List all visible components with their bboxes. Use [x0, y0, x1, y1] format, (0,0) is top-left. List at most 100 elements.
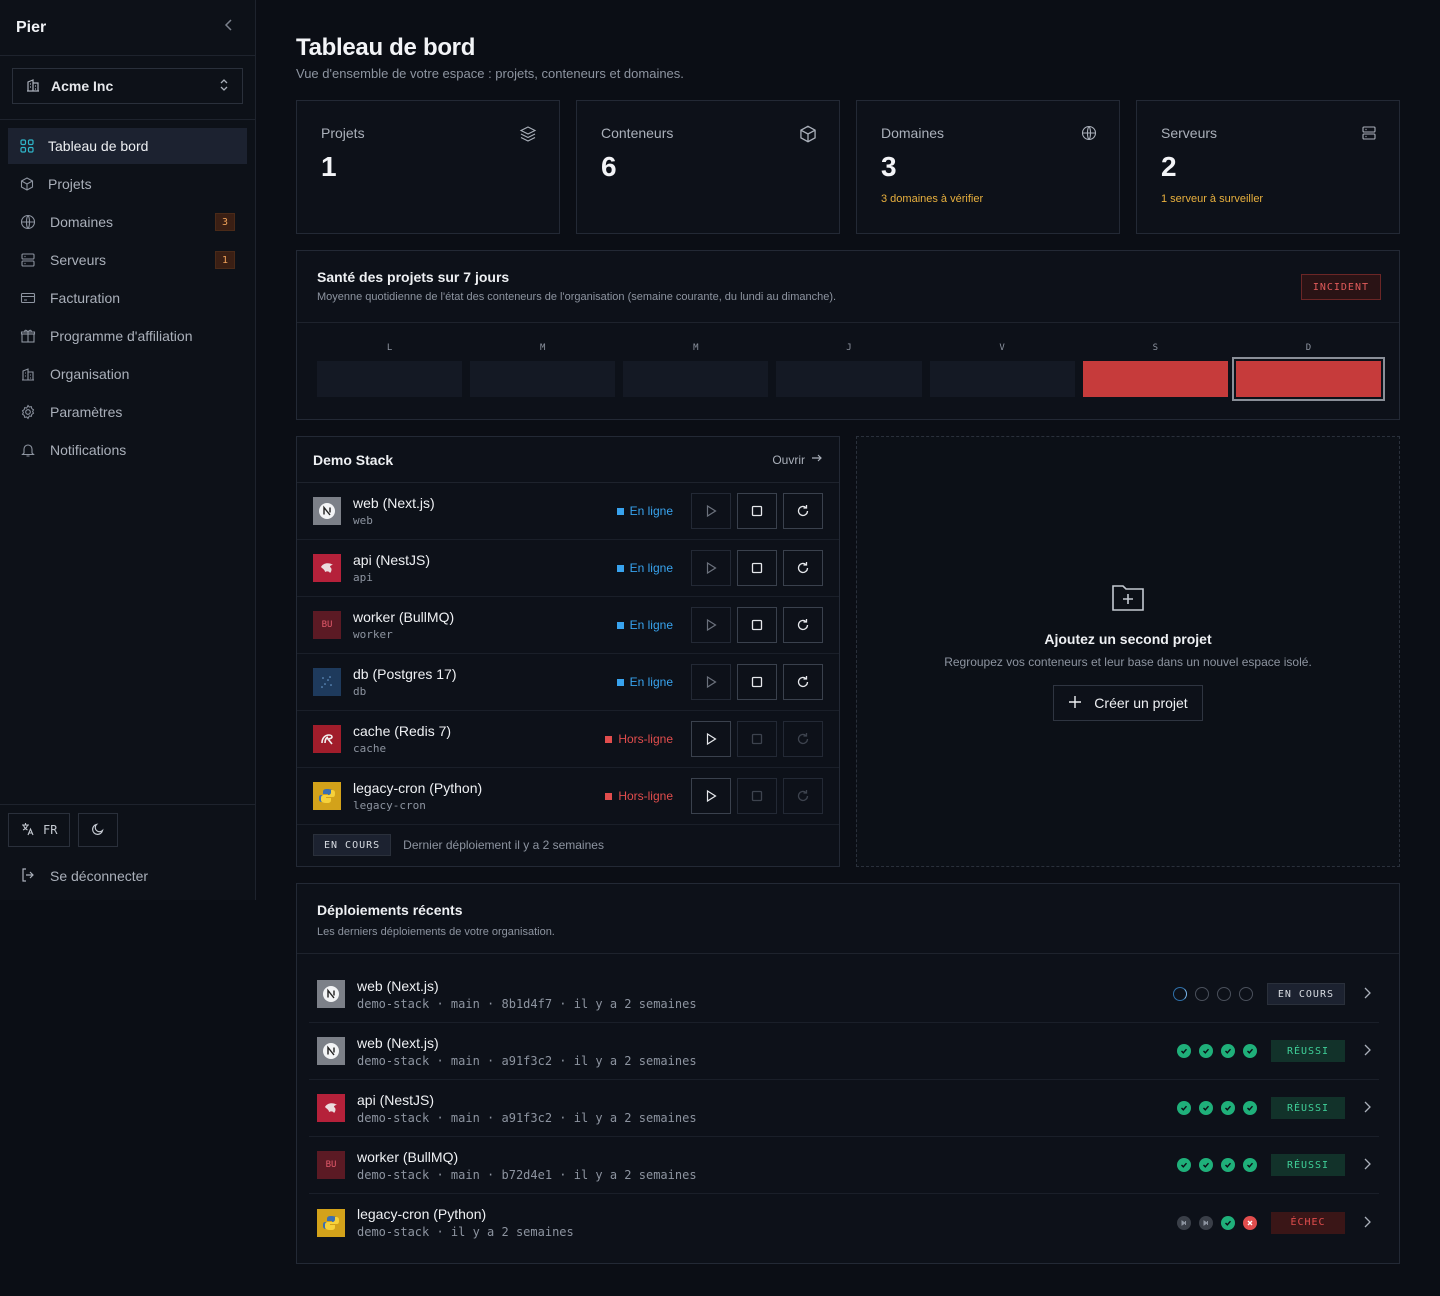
day-bar	[1082, 361, 1228, 397]
chevron-right-icon[interactable]	[1355, 1215, 1379, 1231]
deployment-meta: demo-stack · main · a91f3c2 · il y a 2 s…	[357, 1053, 697, 1068]
sidebar-item-label: Projets	[48, 176, 92, 192]
nextjs-logo	[313, 497, 341, 525]
bullmq-logo: BU	[313, 611, 341, 639]
sidebar-item-bell[interactable]: Notifications	[8, 432, 247, 468]
chevron-right-icon[interactable]	[1355, 1100, 1379, 1116]
deployment-meta: demo-stack · main · 8b1d4f7 · il y a 2 s…	[357, 996, 697, 1011]
sidebar-item-label: Facturation	[50, 290, 121, 306]
chevron-updown-icon	[218, 77, 230, 96]
stat-card: Domaines 3 3 domaines à vérifier	[856, 100, 1120, 234]
deployment-row[interactable]: BU worker (BullMQ) demo-stack · main · b72…	[309, 1137, 1379, 1194]
restart-button[interactable]	[783, 664, 823, 700]
service-id: api	[353, 571, 373, 584]
deployment-name: web (Next.js)	[357, 1034, 439, 1051]
language-label: FR	[43, 823, 58, 837]
sidebar-item-label: Paramètres	[50, 404, 123, 420]
stop-button[interactable]	[737, 607, 777, 643]
service-row: cache (Redis 7) cache Hors-ligne	[297, 711, 839, 768]
stop-button[interactable]	[737, 778, 777, 814]
health-day[interactable]: D	[1231, 343, 1385, 401]
sidebar-item-box[interactable]: Projets	[8, 166, 247, 202]
stop-icon	[751, 562, 763, 574]
python-logo	[317, 1208, 345, 1237]
start-button[interactable]	[691, 550, 731, 586]
status-square-icon	[605, 735, 613, 743]
sidebar-item-label: Tableau de bord	[48, 138, 149, 154]
sidebar-item-label: Programme d'affiliation	[50, 328, 193, 344]
deployment-name: api (NestJS)	[357, 1091, 435, 1108]
stop-button[interactable]	[737, 493, 777, 529]
sidebar-item-grid[interactable]: Tableau de bord	[8, 128, 247, 164]
theme-toggle[interactable]	[78, 813, 119, 847]
stop-button[interactable]	[737, 721, 777, 757]
bell-icon	[20, 442, 36, 458]
restart-icon	[796, 732, 810, 746]
status-label: Hors-ligne	[618, 789, 673, 803]
language-switch[interactable]: FR	[8, 813, 71, 847]
deployment-row[interactable]: api (NestJS) demo-stack · main · a91f3c2 …	[309, 1080, 1379, 1137]
health-day[interactable]: L	[317, 343, 463, 397]
nestjs-logo	[313, 554, 341, 582]
chevron-right-icon[interactable]	[1355, 1157, 1379, 1173]
sidebar-item-server[interactable]: Serveurs 1	[8, 242, 247, 278]
deployment-steps	[1177, 1215, 1257, 1230]
day-bar	[929, 361, 1075, 397]
deployment-row[interactable]: web (Next.js) demo-stack · main · a91f3c2…	[309, 1023, 1379, 1080]
status-square-icon	[616, 621, 624, 629]
sidebar-item-gift[interactable]: Programme d'affiliation	[8, 318, 247, 354]
building-icon	[25, 77, 41, 96]
restart-button[interactable]	[783, 778, 823, 814]
restart-icon	[796, 561, 810, 575]
restart-icon	[796, 504, 810, 518]
health-day[interactable]: M	[470, 343, 616, 397]
service-status: Hors-ligne	[605, 732, 673, 746]
sidebar-footer: FR Se déconnecter	[0, 804, 255, 903]
logout-button[interactable]: Se déconnecter	[8, 857, 247, 895]
status-label: En ligne	[629, 561, 673, 575]
card-icon	[20, 290, 36, 306]
org-switcher[interactable]: Acme Inc	[12, 68, 243, 104]
chevron-right-icon[interactable]	[1355, 986, 1379, 1002]
play-icon	[704, 732, 718, 746]
cube-icon	[799, 125, 817, 146]
sidebar-item-gear[interactable]: Paramètres	[8, 394, 247, 430]
sidebar-item-card[interactable]: Facturation	[8, 280, 247, 316]
restart-button[interactable]	[783, 721, 823, 757]
sidebar-item-globe[interactable]: Domaines 3	[8, 204, 247, 240]
create-project-button[interactable]: Créer un projet	[1053, 685, 1203, 721]
org-name: Acme Inc	[51, 78, 114, 94]
start-button[interactable]	[691, 664, 731, 700]
start-button[interactable]	[691, 607, 731, 643]
play-icon	[704, 675, 718, 689]
open-stack-link[interactable]: Ouvrir	[772, 452, 823, 467]
restart-button[interactable]	[783, 550, 823, 586]
health-day[interactable]: S	[1082, 343, 1228, 397]
restart-button[interactable]	[783, 607, 823, 643]
service-id: cache	[353, 742, 387, 755]
stop-button[interactable]	[737, 664, 777, 700]
stat-label: Serveurs	[1161, 125, 1218, 141]
deployment-meta: demo-stack · main · a91f3c2 · il y a 2 s…	[357, 1110, 697, 1125]
start-button[interactable]	[691, 493, 731, 529]
building-icon	[20, 366, 36, 382]
stack-panel: Demo Stack Ouvrir web (Next.js) web En lig…	[296, 436, 840, 867]
day-bar	[317, 361, 463, 397]
stat-label: Domaines	[881, 125, 945, 141]
check-circle-icon	[1177, 1044, 1191, 1058]
deployment-row[interactable]: web (Next.js) demo-stack · main · 8b1d4f7…	[309, 966, 1379, 1023]
stop-button[interactable]	[737, 550, 777, 586]
sidebar-item-building[interactable]: Organisation	[8, 356, 247, 392]
service-status: Hors-ligne	[605, 789, 673, 803]
chevron-right-icon[interactable]	[1355, 1043, 1379, 1059]
health-day[interactable]: J	[776, 343, 922, 397]
health-day[interactable]: V	[929, 343, 1075, 397]
deployment-row[interactable]: legacy-cron (Python) demo-stack · il y a …	[309, 1194, 1379, 1251]
status-label: Hors-ligne	[618, 732, 673, 746]
health-day[interactable]: M	[623, 343, 769, 397]
x-circle-icon	[1243, 1215, 1257, 1230]
start-button[interactable]	[691, 721, 731, 757]
restart-button[interactable]	[783, 493, 823, 529]
start-button[interactable]	[691, 778, 731, 814]
collapse-sidebar-icon[interactable]	[219, 18, 239, 37]
